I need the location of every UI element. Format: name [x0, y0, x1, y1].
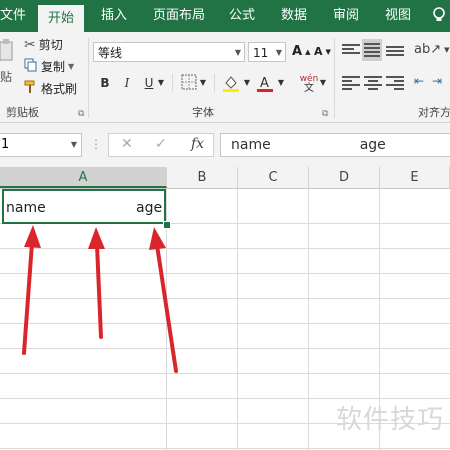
annotation-arrow — [22, 225, 41, 355]
copy-button[interactable]: 复制 ▼ — [24, 58, 74, 75]
chevron-down-icon: ▼ — [234, 48, 241, 57]
formula-buttons: ✕ ✓ fx — [108, 133, 214, 157]
align-top-icon[interactable] — [342, 42, 360, 58]
tab-review[interactable]: 审阅 — [328, 0, 364, 32]
formula-input[interactable]: name age — [220, 133, 450, 157]
align-center-icon[interactable] — [364, 74, 382, 90]
tab-data[interactable]: 数据 — [276, 0, 312, 32]
ribbon-tab-bar: 文件 开始 插入 页面布局 公式 数据 审阅 视图 — [0, 0, 450, 32]
fill-color-chevron-icon[interactable]: ▼ — [242, 74, 252, 92]
insert-function-icon[interactable]: fx — [191, 136, 204, 152]
name-box-value: 1 — [1, 137, 10, 152]
divider — [172, 74, 173, 92]
chevron-down-icon: ▼ — [275, 48, 282, 57]
fill-color-icon[interactable] — [222, 74, 240, 92]
align-left-icon[interactable] — [342, 74, 360, 90]
cut-button[interactable]: ✂ 剪切 — [24, 36, 63, 53]
decrease-font-size-icon[interactable]: A ▼ — [314, 45, 331, 58]
font-launcher-icon[interactable]: ⧉ — [322, 109, 328, 119]
font-color-icon[interactable]: A — [256, 74, 274, 92]
formula-bar-grip-icon: ⋮ — [90, 137, 102, 151]
annotation-arrow — [88, 227, 105, 339]
svg-text:A: A — [260, 76, 269, 91]
tab-file[interactable]: 文件 — [0, 0, 26, 32]
font-group-label: 字体 — [192, 106, 214, 119]
increase-indent-icon[interactable]: ⇥ — [432, 74, 442, 88]
tab-formulas[interactable]: 公式 — [224, 0, 260, 32]
underline-chevron-icon[interactable]: ▼ — [156, 74, 166, 92]
font-size-value: 11 — [253, 46, 269, 60]
align-middle-icon[interactable] — [362, 39, 382, 61]
tab-view[interactable]: 视图 — [380, 0, 416, 32]
clipboard-launcher-icon[interactable]: ⧉ — [78, 109, 84, 119]
font-size-dropdown[interactable]: 11 ▼ — [248, 42, 286, 62]
paste-button-label[interactable]: 贴 — [0, 68, 12, 85]
format-painter-button[interactable]: 格式刷 — [24, 80, 77, 97]
font-color-chevron-icon[interactable]: ▼ — [276, 74, 286, 92]
format-painter-label: 格式刷 — [41, 82, 78, 96]
align-right-icon[interactable] — [386, 74, 404, 90]
divider — [88, 38, 89, 118]
align-bottom-icon[interactable] — [386, 44, 404, 60]
borders-icon[interactable] — [180, 74, 198, 92]
tab-page-layout[interactable]: 页面布局 — [148, 0, 210, 32]
bold-button[interactable]: B — [96, 74, 114, 92]
scissors-icon: ✂ — [24, 36, 36, 53]
italic-button[interactable]: I — [118, 74, 136, 92]
paintbrush-icon — [24, 80, 38, 97]
tell-me-lightbulb-icon[interactable] — [428, 0, 450, 32]
decrease-indent-icon[interactable]: ⇤ — [414, 74, 424, 88]
orientation-icon[interactable]: ab↗ ▼ — [414, 42, 450, 57]
paste-icon[interactable] — [0, 38, 14, 64]
alignment-group-label: 对齐方 — [418, 106, 450, 119]
font-name-value: 等线 — [98, 46, 123, 60]
clipboard-group-label: 剪贴板 — [6, 106, 39, 119]
copy-dropdown-chevron-icon[interactable]: ▼ — [68, 62, 74, 71]
divider — [334, 38, 335, 118]
phonetic-chevron-icon[interactable]: ▼ — [318, 74, 328, 92]
formula-bar: 1 ▼ ⋮ ✕ ✓ fx name age — [0, 123, 450, 167]
ribbon-home: 贴 ✂ 剪切 复制 ▼ 格式刷 剪贴板 ⧉ 等线 ▼ 11 ▼ A ▲ A ▼ B … — [0, 32, 450, 123]
annotation-arrow — [149, 227, 178, 373]
font-name-dropdown[interactable]: 等线 ▼ — [93, 42, 245, 62]
divider — [214, 74, 215, 92]
borders-chevron-icon[interactable]: ▼ — [198, 74, 208, 92]
cancel-icon[interactable]: ✕ — [121, 136, 133, 152]
copy-icon — [24, 58, 38, 75]
tab-insert[interactable]: 插入 — [94, 0, 134, 32]
tab-home[interactable]: 开始 — [38, 5, 84, 32]
name-box[interactable]: 1 ▼ — [0, 133, 82, 157]
increase-font-size-icon[interactable]: A ▲ — [292, 44, 310, 59]
watermark: 软件技巧 — [335, 405, 444, 435]
enter-check-icon[interactable]: ✓ — [155, 136, 167, 152]
copy-label: 复制 — [41, 60, 66, 74]
chevron-down-icon[interactable]: ▼ — [71, 134, 77, 156]
formula-text: name age — [231, 137, 386, 153]
cut-label: 剪切 — [38, 38, 63, 52]
